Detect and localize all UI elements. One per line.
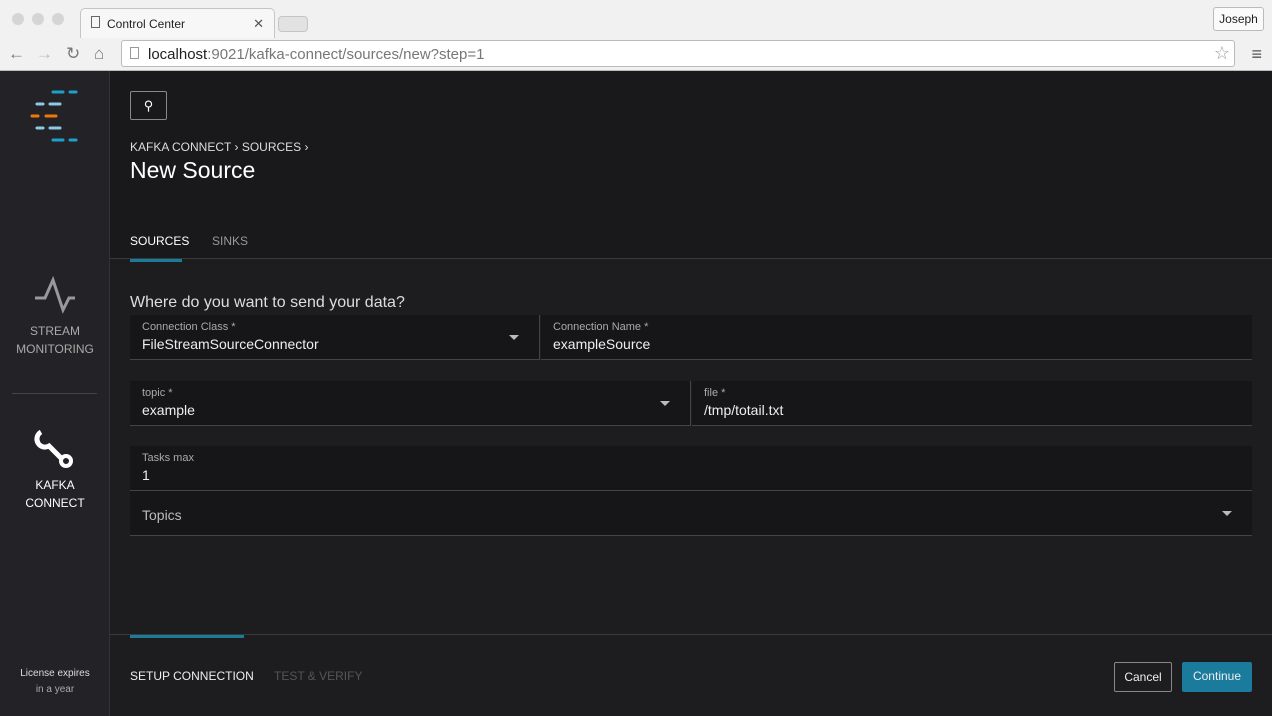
page-icon <box>130 47 139 59</box>
maximize-window-button[interactable] <box>52 13 64 25</box>
new-tab-button[interactable] <box>278 16 308 32</box>
field-label: Connection Name * <box>553 321 649 333</box>
breadcrumb: KAFKA CONNECT › SOURCES › <box>130 140 309 154</box>
breadcrumb-sources[interactable]: SOURCES <box>242 140 301 154</box>
url-host: localhost <box>148 46 208 63</box>
reload-icon[interactable]: ↻ <box>66 44 80 64</box>
connection-class-select[interactable]: Connection Class * FileStreamSourceConne… <box>130 315 540 360</box>
file-input[interactable]: file * /tmp/totail.txt <box>692 381 1252 426</box>
field-label: Connection Class * <box>142 321 236 333</box>
topic-select[interactable]: topic * example <box>130 381 691 426</box>
logo <box>30 90 78 142</box>
license-text: in a year <box>35 684 75 695</box>
field-value: 1 <box>142 467 150 483</box>
step-test-verify: TEST & VERIFY <box>274 669 363 683</box>
wrench-icon <box>34 429 73 468</box>
sidebar-item-kafka-connect[interactable]: KAFKA CONNECT <box>0 426 110 512</box>
sidebar-label: MONITORING <box>16 342 94 356</box>
menu-icon[interactable]: ≡ <box>1251 44 1262 65</box>
license-notice: License expires in a year <box>0 666 110 698</box>
sidebar-label: STREAM <box>29 324 80 338</box>
sidebar-item-stream-monitoring[interactable]: STREAM MONITORING <box>0 276 110 358</box>
page-icon <box>91 16 100 28</box>
page-title: New Source <box>130 157 256 183</box>
topics-select[interactable]: Topics <box>130 491 1252 536</box>
field-value: exampleSource <box>553 336 651 352</box>
sidebar-label: KAFKA <box>35 478 75 492</box>
field-label: Tasks max <box>142 452 194 464</box>
tab-sinks[interactable]: SINKS <box>212 234 248 248</box>
forward-icon[interactable]: → <box>36 44 53 64</box>
bookmark-star-icon[interactable]: ☆ <box>1214 43 1230 64</box>
back-icon[interactable]: ← <box>8 44 25 64</box>
step-progress-indicator <box>130 635 244 638</box>
user-profile-button[interactable]: Joseph <box>1213 7 1264 31</box>
browser-tab[interactable]: Control Center ✕ <box>80 8 275 38</box>
cancel-button[interactable]: Cancel <box>1114 662 1172 692</box>
sidebar: STREAM MONITORING KAFKA CONNECT License … <box>0 71 110 716</box>
field-value: FileStreamSourceConnector <box>142 336 319 352</box>
tasks-max-input[interactable]: Tasks max 1 <box>130 446 1252 491</box>
field-label: topic * <box>142 387 173 399</box>
close-tab-icon[interactable]: ✕ <box>253 16 264 32</box>
tab-title: Control Center <box>107 17 186 31</box>
pulse-icon <box>35 276 75 314</box>
home-icon[interactable]: ⌂ <box>94 44 104 64</box>
sidebar-divider <box>12 393 97 394</box>
step-setup-connection: SETUP CONNECTION <box>130 669 254 683</box>
license-text: License expires <box>20 668 90 679</box>
tab-sources[interactable]: SOURCES <box>130 234 189 248</box>
main-content: ⚲ KAFKA CONNECT › SOURCES › New Source S… <box>110 71 1272 716</box>
minimize-window-button[interactable] <box>32 13 44 25</box>
dropdown-arrow-icon <box>509 335 519 340</box>
field-label: file * <box>704 387 726 399</box>
connection-name-input[interactable]: Connection Name * exampleSource <box>541 315 1252 360</box>
continue-button[interactable]: Continue <box>1182 662 1252 692</box>
field-value: /tmp/totail.txt <box>704 402 784 418</box>
field-label: Topics <box>142 507 182 523</box>
address-bar[interactable]: localhost:9021/kafka-connect/sources/new… <box>121 40 1235 67</box>
url-path: :9021/kafka-connect/sources/new?step=1 <box>207 46 485 63</box>
active-tab-indicator <box>130 259 182 262</box>
dropdown-arrow-icon <box>660 401 670 406</box>
form-question: Where do you want to send your data? <box>130 294 405 311</box>
sidebar-label: CONNECT <box>25 496 85 510</box>
close-window-button[interactable] <box>12 13 24 25</box>
field-value: example <box>142 402 195 418</box>
breadcrumb-kafka-connect[interactable]: KAFKA CONNECT <box>130 140 231 154</box>
browser-chrome: Control Center ✕ Joseph ← → ↻ ⌂ localhos… <box>0 0 1272 71</box>
wizard-footer: SETUP CONNECTION TEST & VERIFY Cancel Co… <box>110 634 1272 716</box>
page-header: ⚲ KAFKA CONNECT › SOURCES › New Source S… <box>110 71 1272 262</box>
search-icon: ⚲ <box>143 98 154 113</box>
search-button[interactable]: ⚲ <box>130 91 167 120</box>
dropdown-arrow-icon <box>1222 511 1232 516</box>
